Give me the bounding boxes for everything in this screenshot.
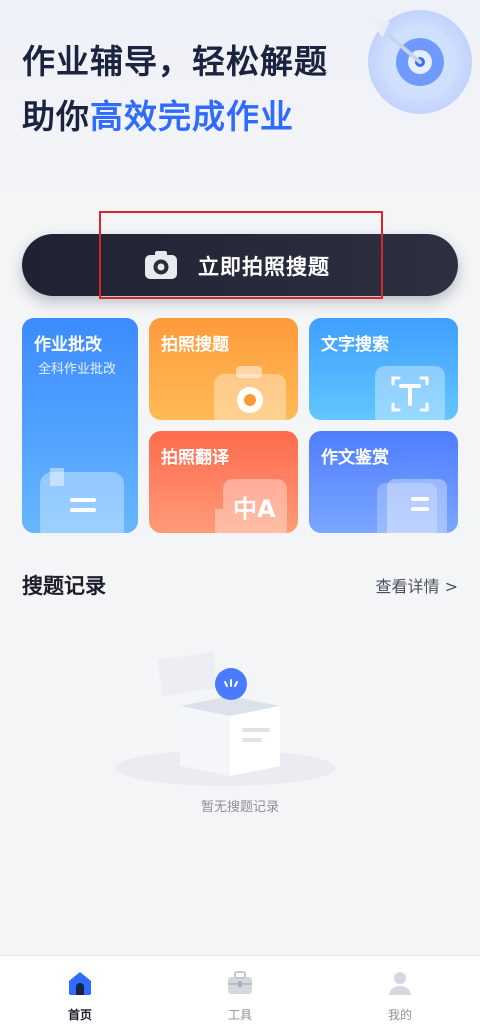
homework-correction-card[interactable]: 作业批改 全科作业批改 [22, 318, 138, 533]
card-title: 拍照翻译 [161, 448, 229, 468]
tab-label: 首页 [67, 1008, 92, 1022]
view-details-link[interactable]: 查看详情 > [376, 573, 459, 597]
hero-headline: 作业辅导，轻松解题 [22, 42, 328, 81]
hero-subheadline-prefix: 助你 [22, 97, 90, 136]
card-title: 作文鉴赏 [321, 448, 389, 468]
hero-banner: 作业辅导，轻松解题 助你高效完成作业 [0, 0, 480, 210]
hero-subheadline: 助你高效完成作业 [22, 90, 294, 138]
card-title: 作业批改 [34, 335, 102, 355]
empty-box-icon [115, 652, 335, 786]
text-search-card[interactable]: 文字搜索 [309, 318, 458, 420]
tab-home[interactable]: 首页 [30, 956, 130, 1032]
search-history-title: 搜题记录 [22, 574, 106, 598]
card-title: 拍照搜题 [161, 335, 229, 355]
document-icon [40, 468, 124, 533]
target-arrow-icon [368, 10, 472, 114]
essay-appreciation-card[interactable]: 作文鉴赏 [309, 431, 458, 533]
photo-search-card[interactable]: 拍照搜题 [149, 318, 298, 420]
translate-icon: 中A [215, 479, 287, 533]
camera-icon [214, 366, 286, 420]
tab-label: 我的 [387, 1008, 412, 1022]
text-scan-icon [375, 366, 445, 420]
hero-subheadline-highlight: 高效完成作业 [90, 97, 294, 136]
photo-translate-card[interactable]: 拍照翻译 中A [149, 431, 298, 533]
svg-text:中A: 中A [233, 495, 276, 523]
user-icon [389, 972, 411, 995]
card-subtitle: 全科作业批改 [38, 362, 117, 377]
tab-label: 工具 [227, 1008, 252, 1022]
book-icon [377, 479, 447, 533]
toolbox-icon [228, 971, 252, 994]
highlight-box [99, 211, 383, 299]
empty-history-text: 暂无搜题记录 [200, 800, 279, 815]
tab-tools[interactable]: 工具 [190, 956, 290, 1032]
card-title: 文字搜索 [321, 335, 389, 355]
bottom-tab-bar: 首页 工具 我的 [0, 955, 480, 1032]
tab-mine[interactable]: 我的 [350, 956, 450, 1032]
home-icon [69, 972, 91, 995]
